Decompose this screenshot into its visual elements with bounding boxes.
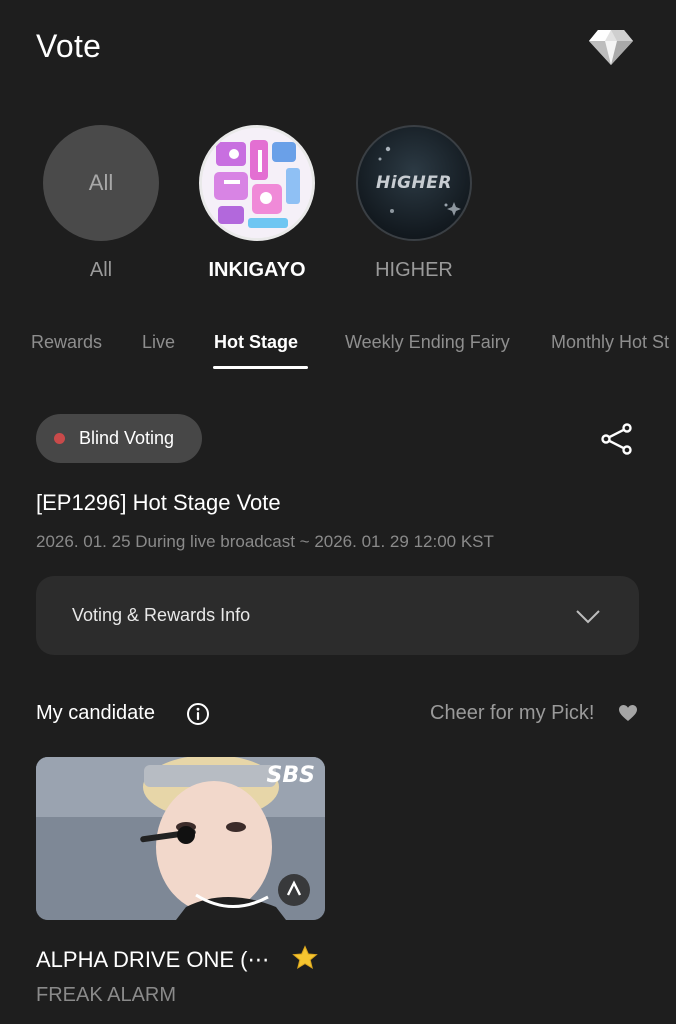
tab-weekly-ending-fairy[interactable]: Weekly Ending Fairy: [345, 332, 510, 353]
candidate-name: ALPHA DRIVE ONE (⋯: [36, 947, 270, 972]
vote-title: [EP1296] Hot Stage Vote: [36, 490, 281, 515]
section-title: My candidate: [36, 702, 155, 724]
voting-rewards-info-toggle[interactable]: Voting & Rewards Info: [36, 576, 639, 655]
vote-period: 2026. 01. 25 During live broadcast ~ 202…: [36, 532, 494, 551]
sbs-logo: SBS: [266, 763, 315, 788]
category-tabs: Rewards Live Hot Stage Weekly Ending Fai…: [0, 320, 676, 372]
program-higher[interactable]: HiGHER HIGHER: [344, 125, 484, 282]
program-selector: All All INKIGAYO HiGHER HIGHER: [0, 120, 676, 290]
heart-icon[interactable]: [618, 704, 638, 722]
inkigayo-logo[interactable]: [199, 125, 315, 241]
header: Vote: [0, 0, 676, 95]
program-all-circle[interactable]: All: [43, 125, 159, 241]
status-dot: [54, 433, 65, 444]
candidate-song: FREAK ALARM: [36, 984, 177, 1006]
program-label: All: [89, 259, 113, 281]
star-icon[interactable]: [292, 945, 318, 971]
tab-rewards[interactable]: Rewards: [31, 332, 102, 353]
program-inkigayo[interactable]: INKIGAYO: [187, 125, 327, 282]
program-all[interactable]: All All: [31, 125, 171, 282]
share-icon[interactable]: [598, 420, 636, 458]
tab-live[interactable]: Live: [142, 332, 175, 353]
program-label: INKIGAYO: [208, 259, 306, 281]
voting-rewards-info-label: Voting & Rewards Info: [72, 605, 251, 625]
program-label: HIGHER: [375, 259, 453, 281]
chevron-down-icon: [576, 610, 600, 624]
tab-hot-stage[interactable]: Hot Stage: [214, 332, 298, 353]
page-title: Vote: [36, 28, 102, 64]
tab-monthly-hot-stage[interactable]: Monthly Hot St: [551, 332, 669, 353]
higher-logo[interactable]: HiGHER: [356, 125, 472, 241]
inkigayo-logo-art: [202, 128, 312, 238]
active-tab-indicator: [213, 366, 308, 369]
diamond-icon[interactable]: [588, 28, 634, 66]
status-badge-label: Blind Voting: [79, 428, 175, 448]
status-badge: Blind Voting: [36, 414, 202, 463]
sparkle-icon: [378, 146, 461, 216]
candidate-thumbnail[interactable]: SBS: [36, 757, 325, 920]
cheer-link[interactable]: Cheer for my Pick!: [430, 702, 594, 725]
program-all-circle-text: All: [88, 170, 114, 195]
info-icon[interactable]: [186, 702, 210, 726]
